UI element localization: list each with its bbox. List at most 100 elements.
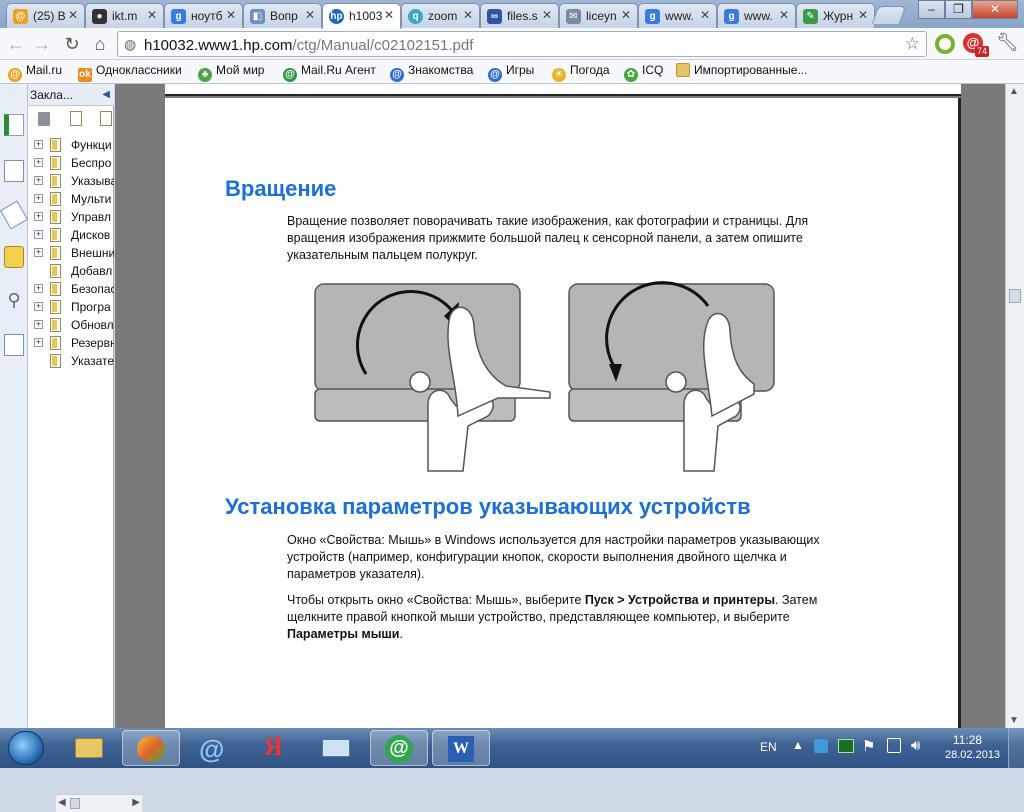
- taskbar-browser[interactable]: [122, 730, 180, 766]
- new-tab-button[interactable]: [871, 6, 907, 24]
- close-icon[interactable]: ✕: [542, 8, 552, 22]
- signatures-panel-icon[interactable]: [4, 334, 24, 356]
- comments-panel-icon[interactable]: [4, 246, 24, 268]
- pdf-vertical-scrollbar[interactable]: ▲ ▼: [1005, 84, 1024, 728]
- expand-icon[interactable]: +: [34, 284, 43, 293]
- bookmark-moymir[interactable]: ♣ Мой мир: [198, 63, 264, 82]
- language-indicator[interactable]: EN: [760, 740, 777, 780]
- expand-icon[interactable]: +: [34, 140, 43, 149]
- tab-1[interactable]: @ (25) В ✕: [6, 3, 85, 28]
- tab-6[interactable]: q zoom ✕: [401, 3, 480, 28]
- close-icon[interactable]: ✕: [226, 8, 236, 22]
- wrench-icon[interactable]: 🔧︎: [996, 32, 1019, 53]
- expand-icon[interactable]: +: [34, 212, 43, 221]
- expand-icon[interactable]: +: [34, 158, 43, 167]
- close-icon[interactable]: ✕: [463, 8, 473, 22]
- back-button[interactable]: ←: [4, 32, 28, 56]
- close-icon[interactable]: ✕: [305, 8, 315, 22]
- tree-item[interactable]: + Указыва: [28, 172, 114, 190]
- close-icon[interactable]: ✕: [700, 8, 710, 22]
- bookmarks-panel-icon[interactable]: [4, 114, 24, 136]
- pages-panel-icon[interactable]: [4, 160, 24, 182]
- options-icon[interactable]: [100, 111, 112, 126]
- scroll-up-icon[interactable]: ▲: [1009, 86, 1019, 97]
- tree-item[interactable]: + Обновл: [28, 316, 114, 334]
- tree-item[interactable]: + Управл: [28, 208, 114, 226]
- taskbar-word[interactable]: W: [432, 730, 490, 766]
- scroll-thumb[interactable]: [70, 798, 80, 809]
- bookmark-imported-folder[interactable]: Импортированные...: [676, 63, 807, 81]
- bookmark-dating[interactable]: @ Знакомства: [390, 63, 473, 82]
- extension-icon[interactable]: [935, 34, 955, 54]
- attachments-paperclip-icon[interactable]: ⚲: [4, 290, 24, 312]
- scroll-down-icon[interactable]: ▼: [1009, 715, 1019, 726]
- bookmark-weather[interactable]: ☀ Погода: [552, 63, 610, 82]
- close-icon[interactable]: ✕: [858, 8, 868, 22]
- tab-9[interactable]: g www. ✕: [638, 3, 717, 28]
- tab-10[interactable]: g www. ✕: [717, 3, 796, 28]
- show-desktop-button[interactable]: [1008, 728, 1024, 768]
- tray-monitor-icon[interactable]: [838, 739, 854, 753]
- expand-icon[interactable]: +: [34, 194, 43, 203]
- close-icon[interactable]: ✕: [779, 8, 789, 22]
- pdf-viewer[interactable]: Вращение Вращение позволяет поворачивать…: [115, 84, 1005, 738]
- expand-icon[interactable]: +: [34, 320, 43, 329]
- tree-item[interactable]: + Програ: [28, 298, 114, 316]
- close-icon[interactable]: ✕: [384, 8, 394, 22]
- address-bar[interactable]: ◍ h10032.www1.hp.com/ctg/Manual/c0210215…: [117, 31, 927, 57]
- scroll-right-icon[interactable]: ▶: [132, 797, 140, 808]
- tree-item[interactable]: + Функци: [28, 136, 114, 154]
- clock[interactable]: 11:28 28.02.2013: [945, 733, 1000, 773]
- taskbar-mail[interactable]: [308, 730, 366, 766]
- tree-item[interactable]: + Резервн: [28, 334, 114, 352]
- tree-item[interactable]: + Беспро: [28, 154, 114, 172]
- tree-item[interactable]: + Внешни: [28, 244, 114, 262]
- expand-icon[interactable]: +: [34, 176, 43, 185]
- scroll-thumb[interactable]: [1009, 289, 1021, 303]
- close-icon[interactable]: ✕: [147, 8, 157, 22]
- taskbar-mailru-agent[interactable]: @: [370, 730, 428, 766]
- tree-item[interactable]: + Дисков: [28, 226, 114, 244]
- tree-item[interactable]: Указате: [28, 352, 114, 370]
- bookmark-odnoklassniki[interactable]: ok Одноклассники: [78, 63, 182, 82]
- taskbar-yandex[interactable]: Я: [246, 730, 304, 766]
- tab-5[interactable]: hp h1003 ✕: [322, 3, 401, 29]
- tree-item[interactable]: Добавл: [28, 262, 114, 280]
- tab-7[interactable]: ∞ files.s ✕: [480, 3, 559, 28]
- bookmarks-horizontal-scrollbar[interactable]: ◀ ▶: [56, 794, 142, 812]
- tab-3[interactable]: g ноутб ✕: [164, 3, 243, 28]
- tab-4[interactable]: ◧ Вопр ✕: [243, 3, 322, 28]
- new-bookmark-icon[interactable]: [70, 111, 82, 126]
- reload-button[interactable]: ↻: [60, 32, 84, 56]
- bookmark-mailru[interactable]: @ Mail.ru: [8, 63, 62, 82]
- volume-icon[interactable]: 🔊︎: [911, 737, 920, 777]
- tab-8[interactable]: ✉ liceyn ✕: [559, 3, 638, 28]
- close-icon[interactable]: ✕: [68, 8, 78, 22]
- start-button[interactable]: [8, 731, 44, 765]
- scroll-left-icon[interactable]: ◀: [58, 797, 66, 808]
- expand-icon[interactable]: +: [34, 338, 43, 347]
- bookmark-agent[interactable]: @ Mail.Ru Агент: [283, 63, 376, 82]
- layers-panel-icon[interactable]: [0, 200, 29, 230]
- action-center-flag-icon[interactable]: ⚑: [862, 737, 875, 777]
- bookmark-icq[interactable]: ✿ ICQ: [624, 63, 663, 82]
- tray-network-icon[interactable]: [887, 738, 901, 753]
- tree-item[interactable]: + Мульти: [28, 190, 114, 208]
- expand-icon[interactable]: +: [34, 230, 43, 239]
- show-hidden-icons-arrow[interactable]: ▲: [792, 738, 804, 778]
- expand-icon[interactable]: +: [34, 302, 43, 311]
- tab-2[interactable]: ● ikt.m ✕: [85, 3, 164, 28]
- bookmark-games[interactable]: @ Игры: [488, 63, 534, 82]
- close-window-button[interactable]: ✕: [972, 0, 1018, 19]
- maximize-button[interactable]: ❐: [945, 0, 972, 19]
- expand-icon[interactable]: +: [34, 248, 43, 257]
- collapse-arrow-icon[interactable]: ◀: [102, 84, 110, 106]
- tray-network-share-icon[interactable]: [814, 739, 828, 753]
- taskbar-ie[interactable]: @: [184, 730, 242, 766]
- home-button[interactable]: ⌂: [88, 32, 112, 56]
- taskbar-explorer[interactable]: [60, 730, 118, 766]
- minimize-button[interactable]: –: [918, 0, 945, 19]
- tab-11[interactable]: ✎ Журн ✕: [796, 3, 875, 28]
- close-icon[interactable]: ✕: [621, 8, 631, 22]
- forward-button[interactable]: →: [30, 32, 54, 56]
